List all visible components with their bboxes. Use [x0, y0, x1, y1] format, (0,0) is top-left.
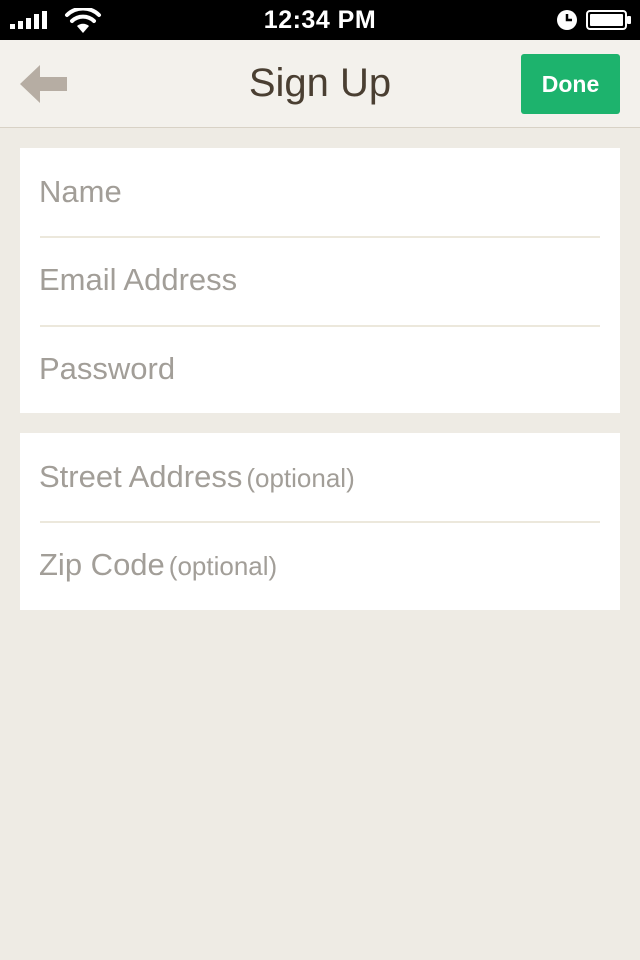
- password-field[interactable]: Password: [20, 325, 620, 413]
- account-fields-group: Name Email Address Password: [20, 148, 620, 413]
- street-address-optional-hint: (optional): [246, 463, 355, 493]
- page-title: Sign Up: [248, 61, 392, 105]
- name-field[interactable]: Name: [20, 148, 620, 236]
- battery-icon: [586, 10, 631, 30]
- zip-code-optional-hint: (optional): [168, 551, 278, 581]
- name-placeholder: Name: [39, 174, 122, 209]
- address-fields-group: Street Address (optional) Zip Code (option…: [20, 433, 620, 610]
- arrow-left-icon: [20, 65, 67, 103]
- zip-code-label: Zip Code: [39, 547, 165, 582]
- street-address-label: Street Address: [39, 459, 243, 494]
- status-bar: 12:34 PM: [0, 0, 640, 40]
- done-button[interactable]: Done: [521, 54, 620, 114]
- street-address-field[interactable]: Street Address (optional): [20, 433, 620, 521]
- back-button[interactable]: [12, 56, 76, 112]
- password-placeholder: Password: [39, 351, 176, 386]
- zip-code-placeholder: Zip Code (optional): [39, 545, 277, 586]
- email-placeholder: Email Address: [39, 262, 238, 297]
- street-address-placeholder: Street Address (optional): [39, 457, 355, 498]
- alarm-clock-icon: [557, 10, 577, 30]
- email-field[interactable]: Email Address: [20, 236, 620, 325]
- zip-code-field[interactable]: Zip Code (optional): [20, 521, 620, 610]
- nav-bar: Sign Up Done: [0, 40, 640, 128]
- status-time: 12:34 PM: [263, 6, 377, 34]
